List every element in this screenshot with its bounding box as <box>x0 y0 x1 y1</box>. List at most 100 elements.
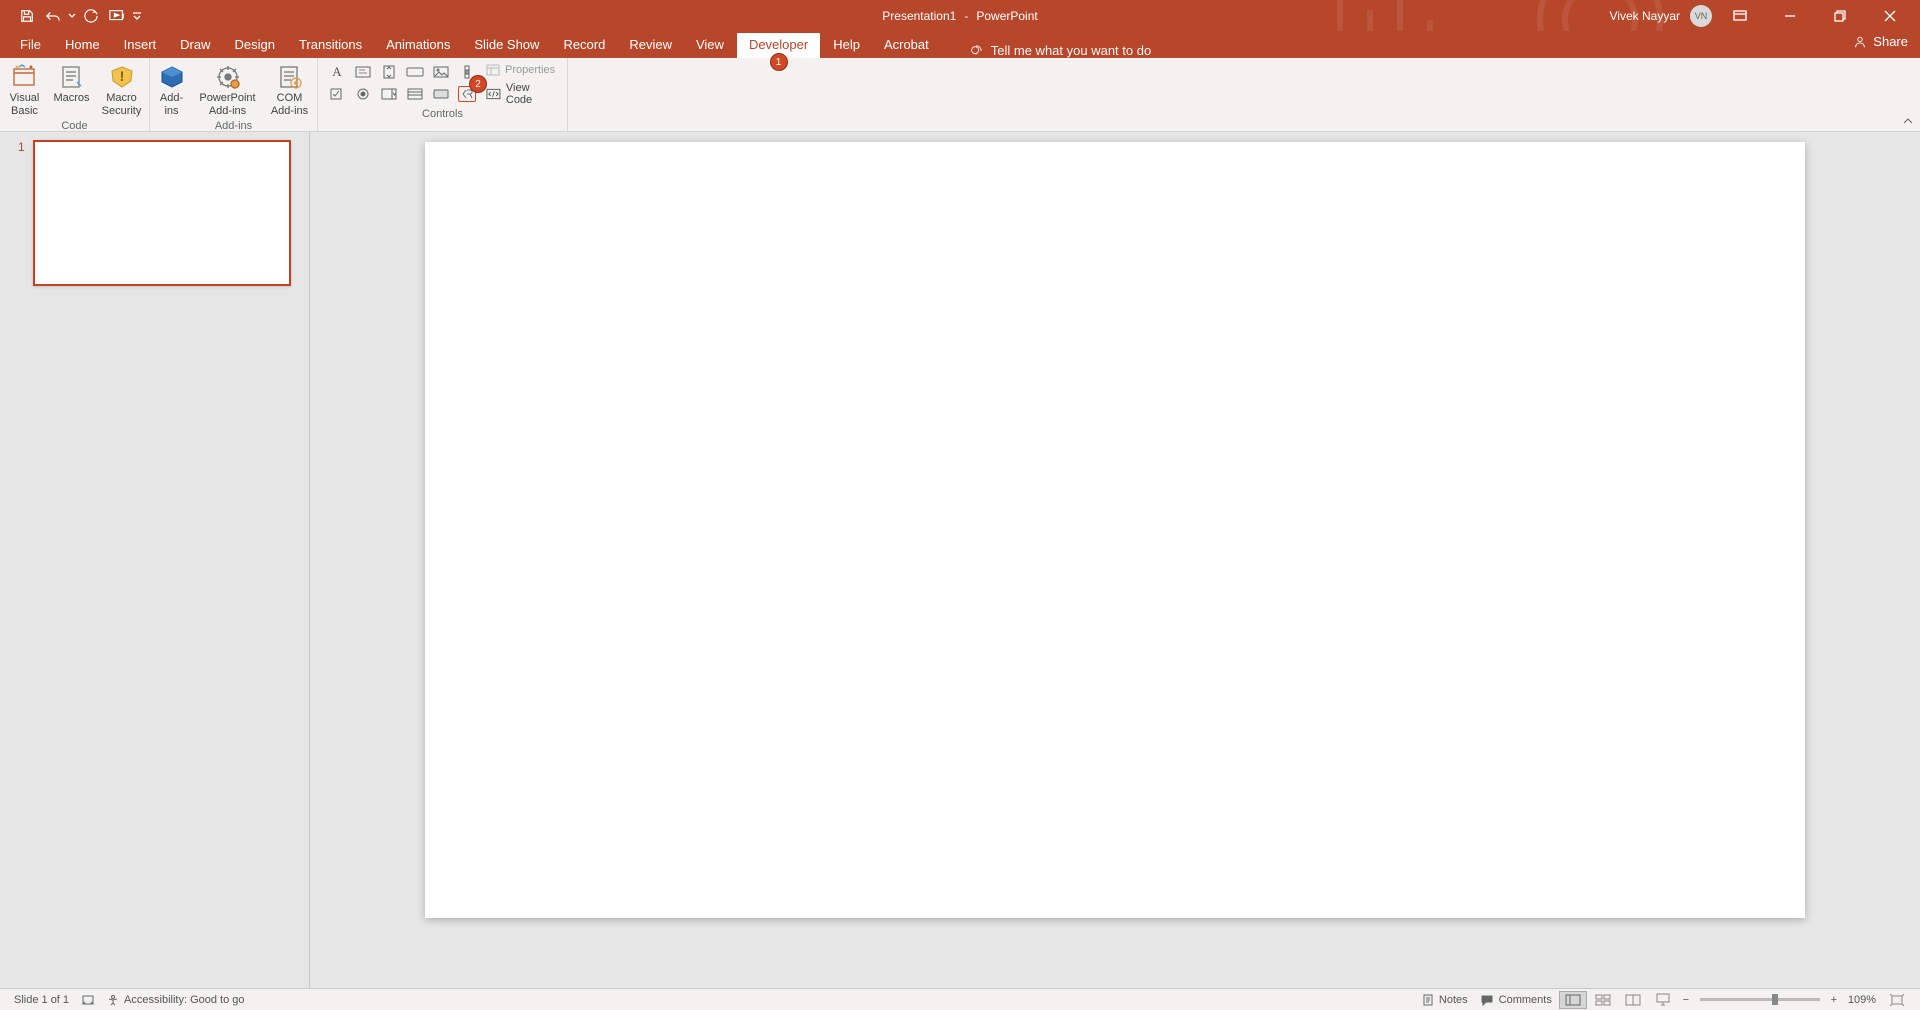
macro-security-icon: ! <box>106 62 138 92</box>
zoom-out-icon[interactable]: − <box>1678 994 1694 1006</box>
tab-acrobat[interactable]: Acrobat <box>872 33 941 58</box>
comments-button[interactable]: Comments <box>1474 994 1558 1006</box>
tab-home[interactable]: Home <box>53 33 112 58</box>
save-icon[interactable] <box>14 4 40 28</box>
redo-icon[interactable] <box>78 4 104 28</box>
combo-box-control-icon[interactable] <box>380 86 398 102</box>
notes-label: Notes <box>1439 994 1468 1006</box>
slide-thumbnail-pane[interactable]: 1 <box>0 132 310 988</box>
maximize-icon[interactable] <box>1818 0 1862 31</box>
tell-me-label: Tell me what you want to do <box>991 43 1151 58</box>
workspace: 1 <box>0 132 1920 988</box>
ribbon-group-addins: Add- ins PowerPoint Add-ins COM Add-ins … <box>150 58 318 131</box>
toggle-button-control-icon[interactable] <box>432 86 450 102</box>
tab-design[interactable]: Design <box>223 33 287 58</box>
close-icon[interactable] <box>1868 0 1912 31</box>
share-label: Share <box>1873 34 1908 49</box>
addins-button[interactable]: Add- ins <box>152 60 192 118</box>
tab-draw[interactable]: Draw <box>168 33 222 58</box>
qat-customize-icon[interactable] <box>130 4 144 28</box>
option-button-control-icon[interactable] <box>354 86 372 102</box>
zoom-level[interactable]: 109% <box>1842 994 1882 1006</box>
tab-slide-show[interactable]: Slide Show <box>462 33 551 58</box>
title-separator: - <box>964 9 968 23</box>
slide-counter[interactable]: Slide 1 of 1 <box>8 994 75 1006</box>
undo-dropdown-icon[interactable] <box>66 4 78 28</box>
title-bar: Presentation1 - PowerPoint Vivek Nayyar … <box>0 0 1920 31</box>
text-box-control-icon[interactable]: A <box>328 64 346 80</box>
annotation-callout-1: 1 <box>771 54 787 70</box>
slide-canvas-area[interactable] <box>310 132 1920 988</box>
zoom-slider-thumb[interactable] <box>1772 994 1778 1005</box>
addins-icon <box>156 62 188 92</box>
visual-basic-label: Visual Basic <box>10 92 40 118</box>
tab-record[interactable]: Record <box>551 33 617 58</box>
macro-security-label: Macro Security <box>102 92 142 118</box>
powerpoint-addins-label: PowerPoint Add-ins <box>199 92 255 118</box>
document-name: Presentation1 <box>882 9 956 23</box>
user-name: Vivek Nayyar <box>1610 9 1680 23</box>
label-control-icon[interactable] <box>354 64 372 80</box>
view-code-button[interactable]: View Code <box>486 82 555 106</box>
share-button[interactable]: Share <box>1853 34 1908 49</box>
com-addins-button[interactable]: COM Add-ins <box>264 60 316 118</box>
ribbon: Visual Basic Macros ! Macro Security Cod… <box>0 58 1920 132</box>
undo-icon[interactable] <box>40 4 66 28</box>
list-box-control-icon[interactable] <box>406 86 424 102</box>
tab-file[interactable]: File <box>8 33 53 58</box>
annotation-callout-2: 2 <box>470 76 486 92</box>
tell-me-search[interactable]: Tell me what you want to do <box>969 43 1151 58</box>
slide-sorter-view-icon[interactable] <box>1589 991 1617 1009</box>
ribbon-group-controls: A <box>318 58 568 131</box>
ribbon-tabs: File Home Insert Draw Design Transitions… <box>0 31 1920 58</box>
zoom-slider[interactable] <box>1700 998 1820 1001</box>
minimize-icon[interactable] <box>1768 0 1812 31</box>
zoom-in-icon[interactable]: + <box>1826 994 1842 1006</box>
start-from-beginning-icon[interactable] <box>104 4 130 28</box>
thumbnail-index: 1 <box>18 140 25 286</box>
macros-icon <box>56 62 88 92</box>
powerpoint-addins-button[interactable]: PowerPoint Add-ins <box>196 60 260 118</box>
avatar[interactable]: VN <box>1690 5 1712 27</box>
visual-basic-button[interactable]: Visual Basic <box>3 60 47 118</box>
accessibility-label: Accessibility: Good to go <box>124 994 244 1006</box>
slide-show-view-icon[interactable] <box>1649 991 1677 1009</box>
spell-check-icon[interactable] <box>75 994 101 1006</box>
tab-help[interactable]: Help <box>821 33 872 58</box>
spin-button-control-icon[interactable] <box>380 64 398 80</box>
fit-to-window-icon[interactable] <box>1883 991 1911 1009</box>
collapse-ribbon-icon[interactable] <box>1902 117 1914 127</box>
view-code-label: View Code <box>506 82 555 106</box>
powerpoint-addins-icon <box>212 62 244 92</box>
tab-review[interactable]: Review <box>617 33 684 58</box>
tab-transitions[interactable]: Transitions <box>287 33 374 58</box>
quick-access-toolbar <box>0 4 144 28</box>
tab-insert[interactable]: Insert <box>112 33 169 58</box>
macros-label: Macros <box>53 92 89 105</box>
group-label-code: Code <box>61 118 87 135</box>
macro-security-button[interactable]: ! Macro Security <box>97 60 147 118</box>
group-label-addins: Add-ins <box>215 118 252 135</box>
normal-view-icon[interactable] <box>1559 991 1587 1009</box>
visual-basic-icon <box>9 62 41 92</box>
ribbon-display-options-icon[interactable] <box>1718 0 1762 31</box>
tab-view[interactable]: View <box>684 33 736 58</box>
tab-animations[interactable]: Animations <box>374 33 462 58</box>
command-button-control-icon[interactable] <box>406 64 424 80</box>
ribbon-group-code: Visual Basic Macros ! Macro Security Cod… <box>0 58 150 131</box>
reading-view-icon[interactable] <box>1619 991 1647 1009</box>
com-addins-label: COM Add-ins <box>271 92 308 118</box>
svg-text:!: ! <box>119 68 124 84</box>
addins-label: Add- ins <box>160 92 183 118</box>
status-bar: Slide 1 of 1 Accessibility: Good to go N… <box>0 988 1920 1010</box>
slide[interactable] <box>425 142 1805 918</box>
thumbnail-item[interactable]: 1 <box>18 140 291 286</box>
window-title: Presentation1 - PowerPoint <box>882 9 1037 23</box>
accessibility-status[interactable]: Accessibility: Good to go <box>101 994 250 1006</box>
image-control-icon[interactable] <box>432 64 450 80</box>
thumbnail-preview[interactable] <box>33 140 291 286</box>
check-box-control-icon[interactable] <box>328 86 346 102</box>
app-name: PowerPoint <box>976 9 1037 23</box>
notes-button[interactable]: Notes <box>1416 994 1474 1006</box>
macros-button[interactable]: Macros <box>51 60 93 105</box>
